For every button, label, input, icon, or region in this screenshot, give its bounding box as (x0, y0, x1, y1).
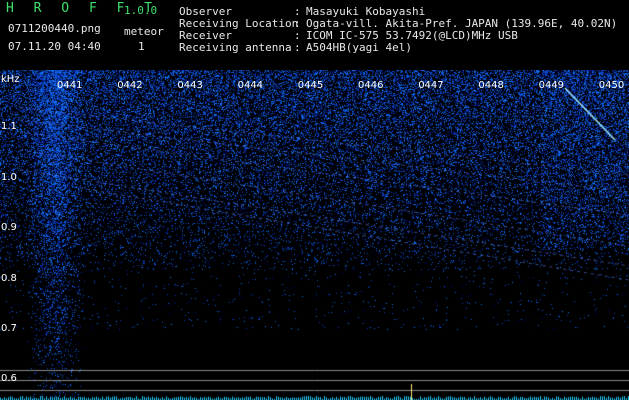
field-value-antenna: A504HB(yagi 4el) (306, 41, 412, 54)
field-sep-antenna: : (294, 41, 301, 54)
frequency-tick-label: 1.0 (1, 172, 17, 183)
time-tick-label: 0443 (177, 80, 203, 91)
time-tick-label: 0442 (117, 80, 143, 91)
header-panel: H R O F F T 1.0.0 0711200440.png meteor … (0, 0, 629, 70)
frequency-unit-label: kHz (1, 74, 20, 85)
frequency-tick-label: 0.7 (1, 323, 17, 334)
time-tick-label: 0446 (358, 80, 384, 91)
time-tick-label: 0447 (418, 80, 444, 91)
field-label-antenna: Receiving antenna (179, 41, 292, 54)
image-filename: 0711200440.png (8, 22, 101, 35)
time-tick-label: 0449 (538, 80, 565, 91)
frequency-tick-label: 1.1 (1, 121, 17, 132)
meteor-label: meteor (124, 25, 164, 38)
spectrogram-canvas (0, 70, 629, 400)
meteor-count: 1 (138, 40, 145, 53)
frequency-tick-label: 0.8 (1, 273, 17, 284)
observation-datetime: 07.11.20 04:40 (8, 40, 101, 53)
app-version: 1.0.0 (124, 4, 158, 17)
time-tick-label: 0441 (57, 80, 83, 91)
frequency-tick-label: 0.9 (1, 222, 17, 233)
time-tick-label: 0445 (297, 80, 324, 91)
spectrogram-panel: kHz 1.1 1.0 0.9 0.8 0.7 0.6 0441 0442 0443 0444 0… (0, 70, 629, 400)
time-tick-label: 0448 (478, 80, 504, 91)
time-tick-label: 0450 (598, 80, 625, 91)
frequency-tick-label: 0.6 (1, 373, 17, 384)
time-tick-label: 0444 (237, 80, 264, 91)
